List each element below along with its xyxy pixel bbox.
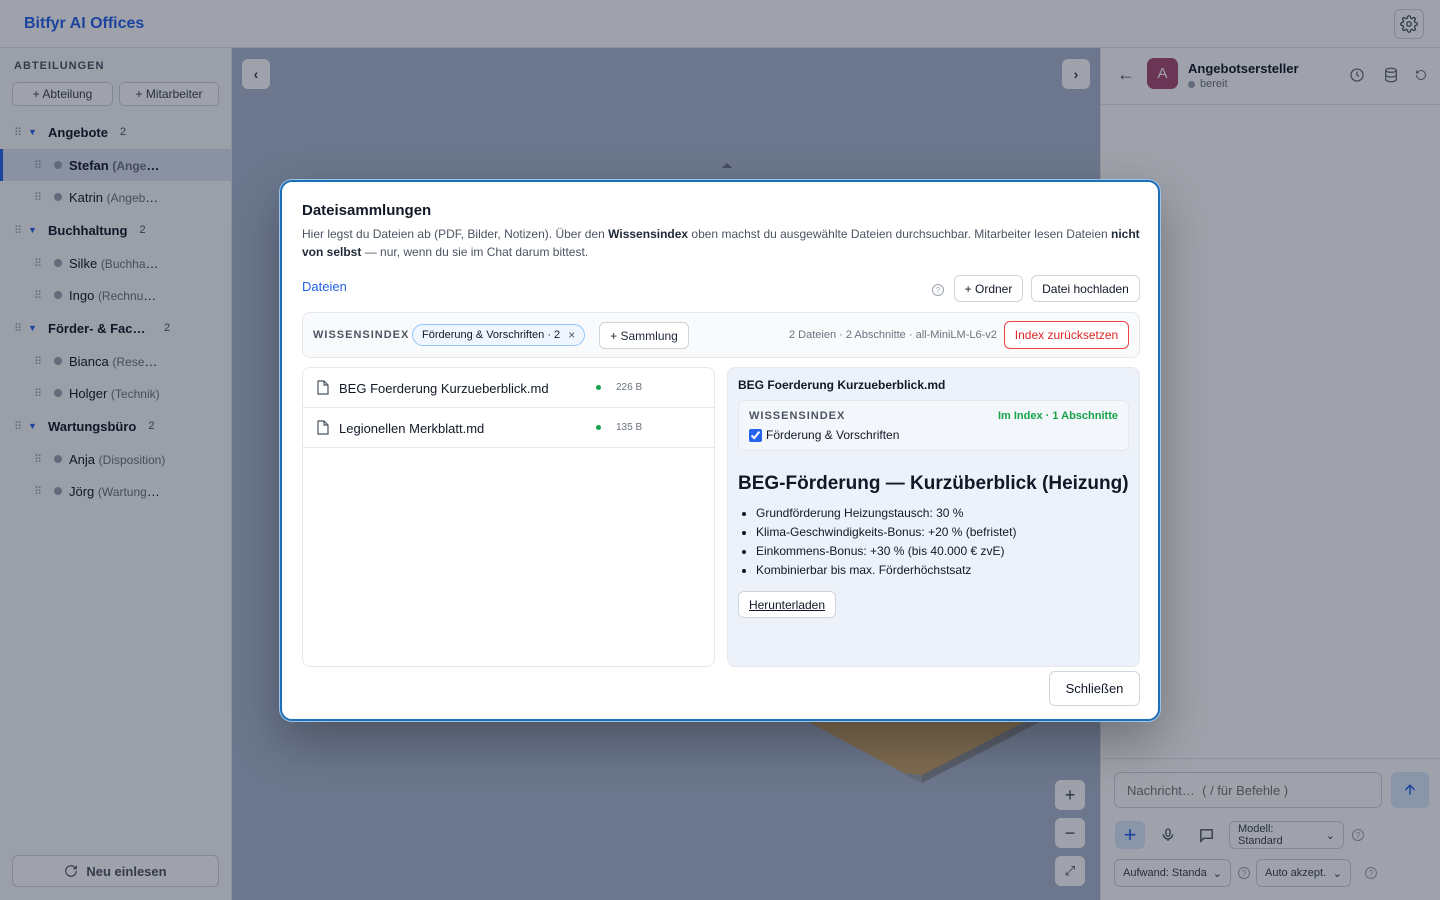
download-button[interactable]: Herunterladen [738, 591, 836, 618]
preview-index-status: Im Index · 1 Abschnitte [997, 410, 1118, 422]
dialog-title: Dateisammlungen [302, 202, 432, 219]
preview-index-label: WISSENSINDEX [749, 410, 846, 422]
list-item: Grundförderung Heizungstausch: 30 % [756, 504, 1016, 523]
file-collections-dialog: Dateisammlungen Hier legst du Dateien ab… [280, 180, 1160, 721]
index-label: WISSENSINDEX [313, 329, 410, 341]
preview-index-box: WISSENSINDEX Im Index · 1 Abschnitte För… [738, 400, 1129, 451]
knowledge-index-bar: WISSENSINDEX Förderung & Vorschriften · … [302, 312, 1140, 358]
preview-file-title: BEG Foerderung Kurzueberblick.md [738, 378, 946, 392]
close-dialog-button[interactable]: Schließen [1049, 671, 1140, 706]
collection-checkbox-row[interactable]: Förderung & Vorschriften [749, 428, 899, 442]
collection-checkbox[interactable] [749, 428, 762, 442]
list-item: Kombinierbar bis max. Förderhöchstsatz [756, 561, 1016, 580]
file-icon [317, 380, 329, 395]
dialog-description: Hier legst du Dateien ab (PDF, Bilder, N… [302, 227, 1140, 259]
file-size: 135 B [616, 422, 643, 433]
file-preview: BEG Foerderung Kurzueberblick.md WISSENS… [727, 367, 1140, 667]
collection-chip[interactable]: Förderung & Vorschriften · 2 × [412, 324, 586, 346]
upload-file-button[interactable]: Datei hochladen [1031, 275, 1140, 302]
index-stats: 2 Dateien · 2 Abschnitte · all-MiniLM-L6… [789, 329, 997, 341]
preview-heading: BEG-Förderung — Kurzüberblick (Heizung) [738, 473, 1129, 494]
file-name: Legionellen Merkblatt.md [339, 421, 485, 436]
close-icon[interactable]: × [568, 328, 575, 342]
list-item[interactable]: Legionellen Merkblatt.md 135 B [303, 408, 714, 448]
file-size: 226 B [616, 382, 643, 393]
reset-index-button[interactable]: Index zurücksetzen [1004, 321, 1129, 349]
collection-chip-label: Förderung & Vorschriften · 2 [422, 329, 561, 341]
list-item: Einkommens-Bonus: +30 % (bis 40.000 € zv… [756, 542, 1016, 561]
tab-files[interactable]: Dateien [302, 279, 347, 294]
add-folder-button[interactable]: + Ordner [954, 275, 1023, 302]
add-collection-button[interactable]: + Sammlung [599, 322, 689, 349]
indexed-dot [596, 425, 601, 430]
preview-bullet-list: Grundförderung Heizungstausch: 30 % Klim… [756, 504, 1016, 580]
list-item: Klima-Geschwindigkeits-Bonus: +20 % (bef… [756, 523, 1016, 542]
list-item[interactable]: BEG Foerderung Kurzueberblick.md 226 B [303, 368, 714, 408]
file-icon [317, 420, 329, 435]
collection-checkbox-label: Förderung & Vorschriften [766, 428, 900, 442]
file-name: BEG Foerderung Kurzueberblick.md [339, 381, 549, 396]
indexed-dot [596, 385, 601, 390]
file-list: BEG Foerderung Kurzueberblick.md 226 B L… [302, 367, 715, 667]
help-icon[interactable]: ? [932, 284, 944, 296]
